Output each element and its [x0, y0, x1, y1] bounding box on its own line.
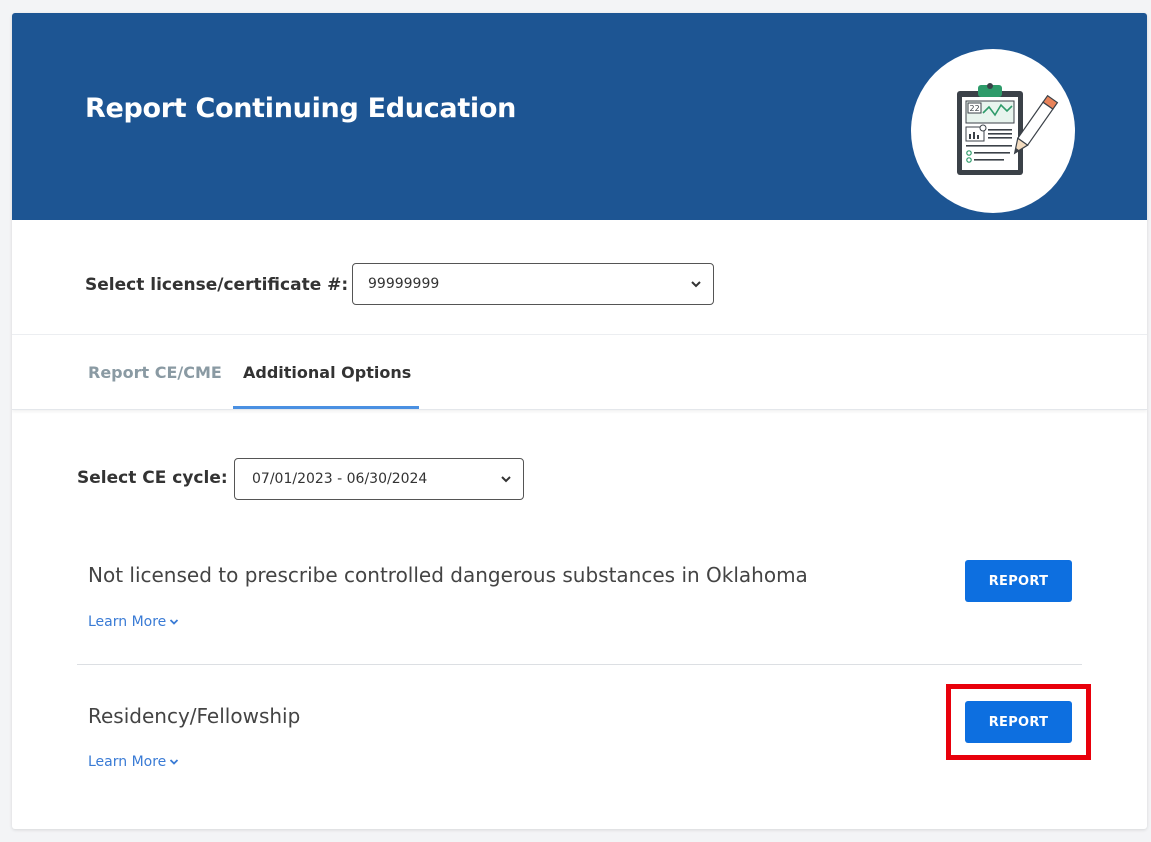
- learn-more-link[interactable]: Learn More: [88, 614, 179, 630]
- report-ce-card: Report Continuing Education 22 Select li…: [12, 13, 1147, 829]
- active-tab-indicator: [233, 406, 419, 409]
- option-title-not-licensed-cds: Not licensed to prescribe controlled dan…: [88, 563, 808, 587]
- ce-cycle-label: Select CE cycle:: [77, 468, 228, 488]
- tab-additional-options[interactable]: Additional Options: [243, 363, 411, 382]
- chevron-down-icon: [501, 476, 511, 483]
- ce-cycle-select-value: 07/01/2023 - 06/30/2024: [252, 471, 428, 487]
- license-selector-row: Select license/certificate #: 99999999: [12, 220, 1147, 335]
- license-label: Select license/certificate #:: [85, 275, 349, 295]
- option-title-residency-fellowship: Residency/Fellowship: [88, 704, 301, 728]
- highlight-box: [946, 684, 1091, 760]
- tab-bar: Report CE/CME Additional Options: [12, 335, 1147, 410]
- divider: [77, 664, 1082, 665]
- page-title: Report Continuing Education: [85, 93, 517, 124]
- learn-more-link[interactable]: Learn More: [88, 754, 179, 770]
- learn-more-label: Learn More: [88, 754, 167, 770]
- tab-report-ce-cme[interactable]: Report CE/CME: [88, 363, 222, 382]
- chevron-down-icon: [170, 619, 179, 625]
- page-header: Report Continuing Education 22: [12, 13, 1147, 220]
- svg-text:22: 22: [970, 104, 980, 113]
- license-select-value: 99999999: [368, 276, 440, 292]
- chevron-down-icon: [170, 759, 179, 765]
- clipboard-chart-icon: 22: [911, 49, 1075, 213]
- chevron-down-icon: [691, 281, 701, 288]
- learn-more-label: Learn More: [88, 614, 167, 630]
- report-button-not-licensed-cds[interactable]: REPORT: [965, 560, 1072, 602]
- license-select[interactable]: 99999999: [352, 263, 714, 305]
- ce-cycle-select[interactable]: 07/01/2023 - 06/30/2024: [234, 458, 524, 500]
